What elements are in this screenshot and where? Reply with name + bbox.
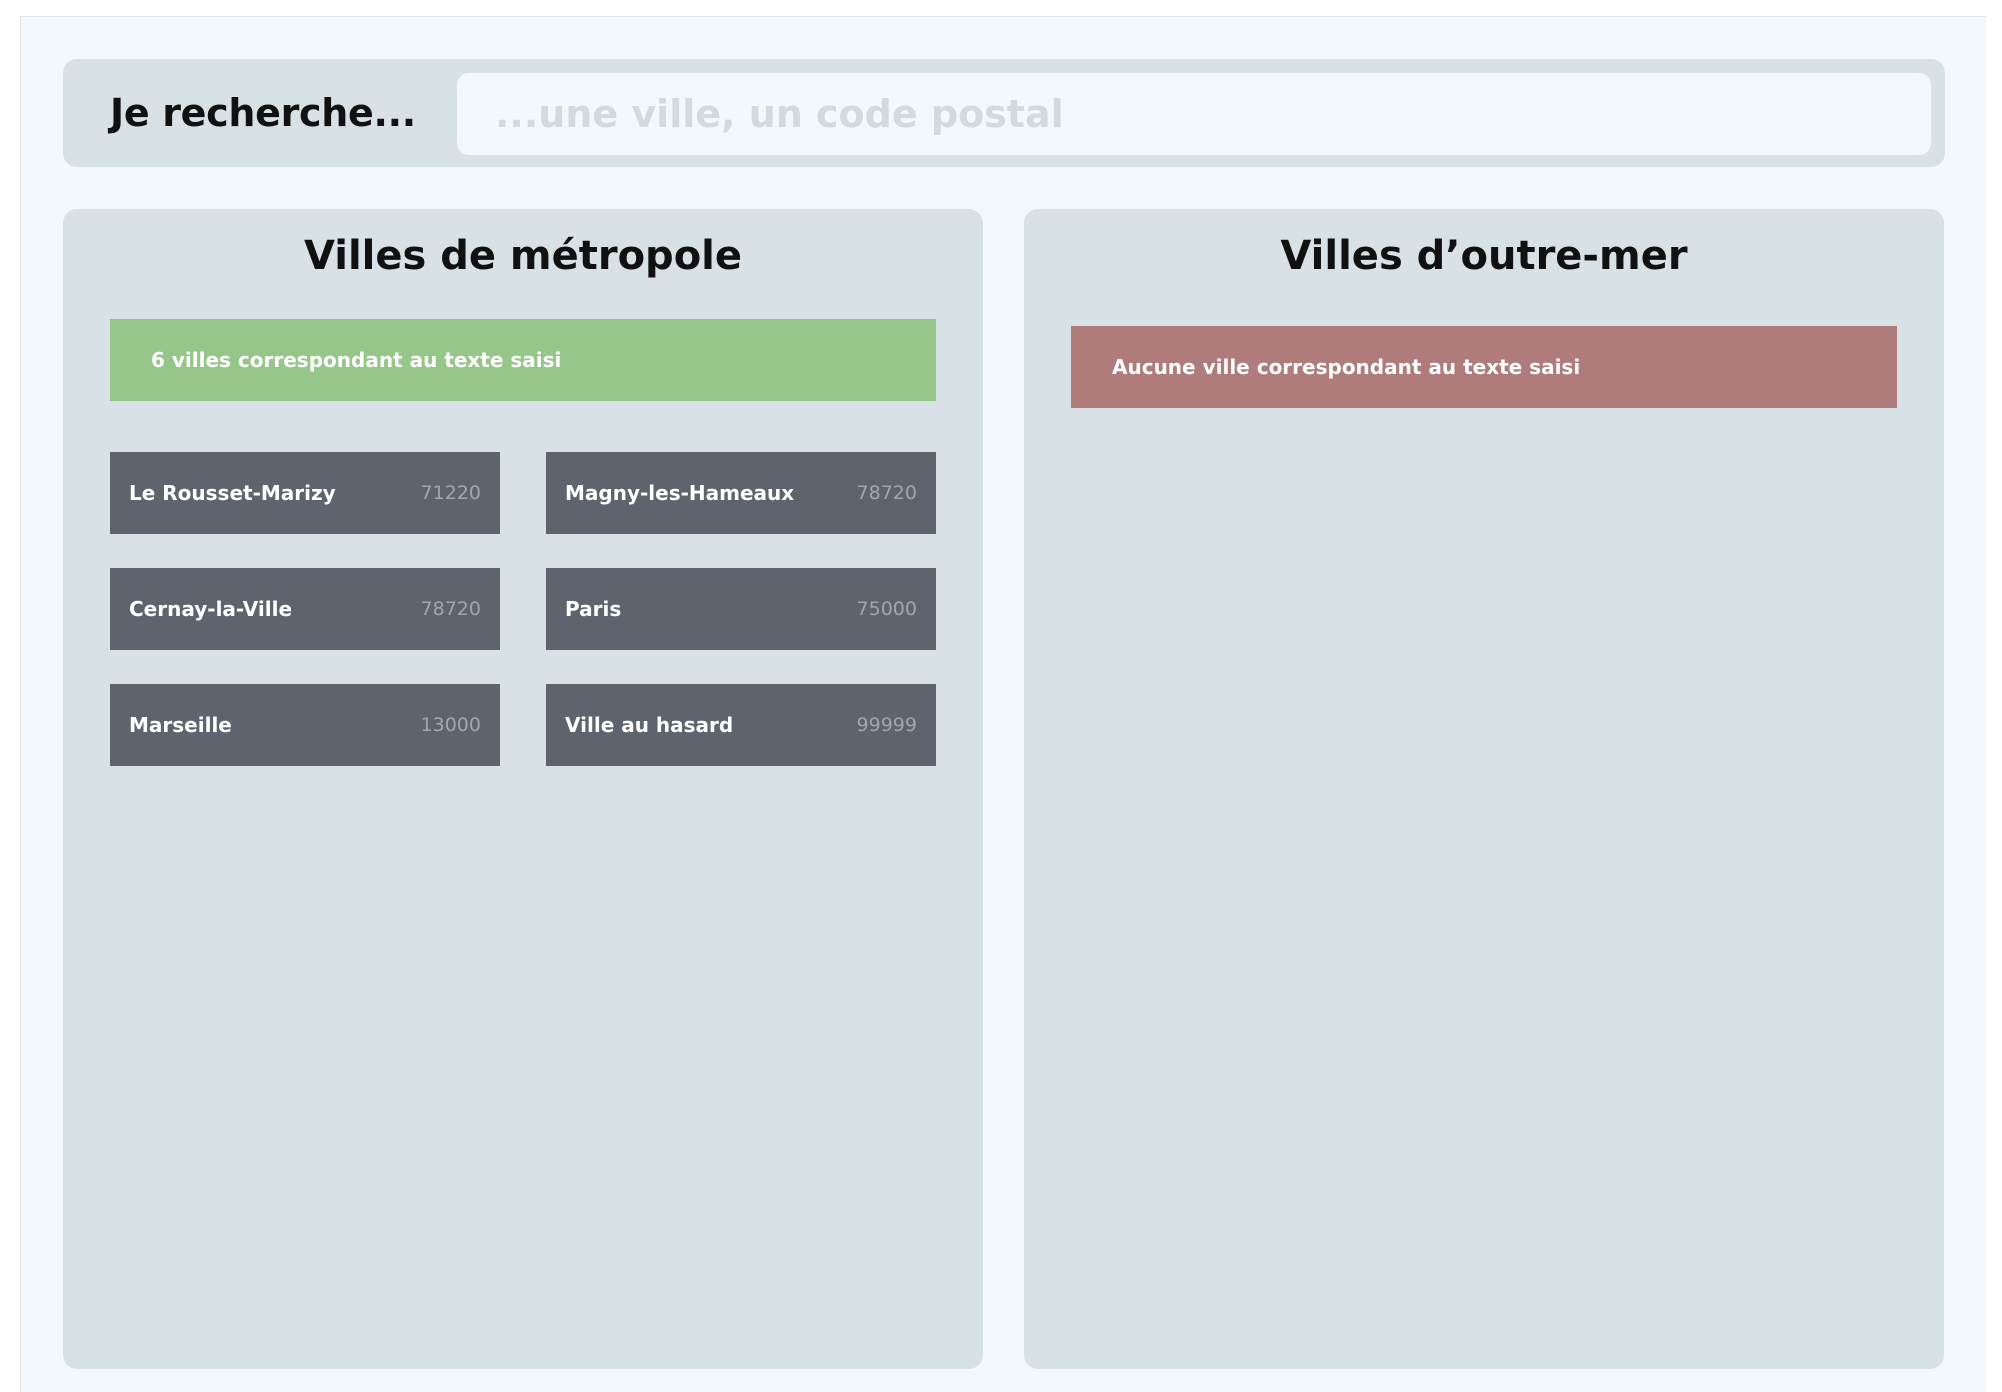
search-label: Je recherche... (110, 91, 416, 135)
city-card[interactable]: Le Rousset-Marizy 71220 (110, 452, 500, 534)
city-card[interactable]: Magny-les-Hameaux 78720 (546, 452, 936, 534)
search-input[interactable] (457, 73, 1931, 155)
city-postal-code: 71220 (420, 482, 481, 504)
city-postal-code: 99999 (856, 714, 917, 736)
city-name: Magny-les-Hameaux (565, 481, 795, 505)
city-card[interactable]: Cernay-la-Ville 78720 (110, 568, 500, 650)
metropole-title: Villes de métropole (303, 233, 743, 279)
city-postal-code: 75000 (856, 598, 917, 620)
city-card[interactable]: Ville au hasard 99999 (546, 684, 936, 766)
city-name: Marseille (129, 713, 232, 737)
outremer-panel: Villes d’outre-mer Aucune ville correspo… (1024, 209, 1944, 1369)
city-name: Le Rousset-Marizy (129, 481, 336, 505)
city-postal-code: 13000 (420, 714, 481, 736)
city-postal-code: 78720 (856, 482, 917, 504)
city-postal-code: 78720 (420, 598, 481, 620)
outremer-status-banner: Aucune ville correspondant au texte sais… (1071, 326, 1897, 408)
city-name: Ville au hasard (565, 713, 734, 737)
city-card[interactable]: Paris 75000 (546, 568, 936, 650)
outremer-title: Villes d’outre-mer (1280, 233, 1688, 279)
city-name: Paris (565, 597, 622, 621)
city-card[interactable]: Marseille 13000 (110, 684, 500, 766)
search-bar: Je recherche... (63, 59, 1945, 167)
app-frame: Je recherche... Villes de métropole 6 vi… (20, 16, 1986, 1392)
city-name: Cernay-la-Ville (129, 597, 293, 621)
metropole-panel: Villes de métropole 6 villes corresponda… (63, 209, 983, 1369)
metropole-status-banner: 6 villes correspondant au texte saisi (110, 319, 936, 401)
